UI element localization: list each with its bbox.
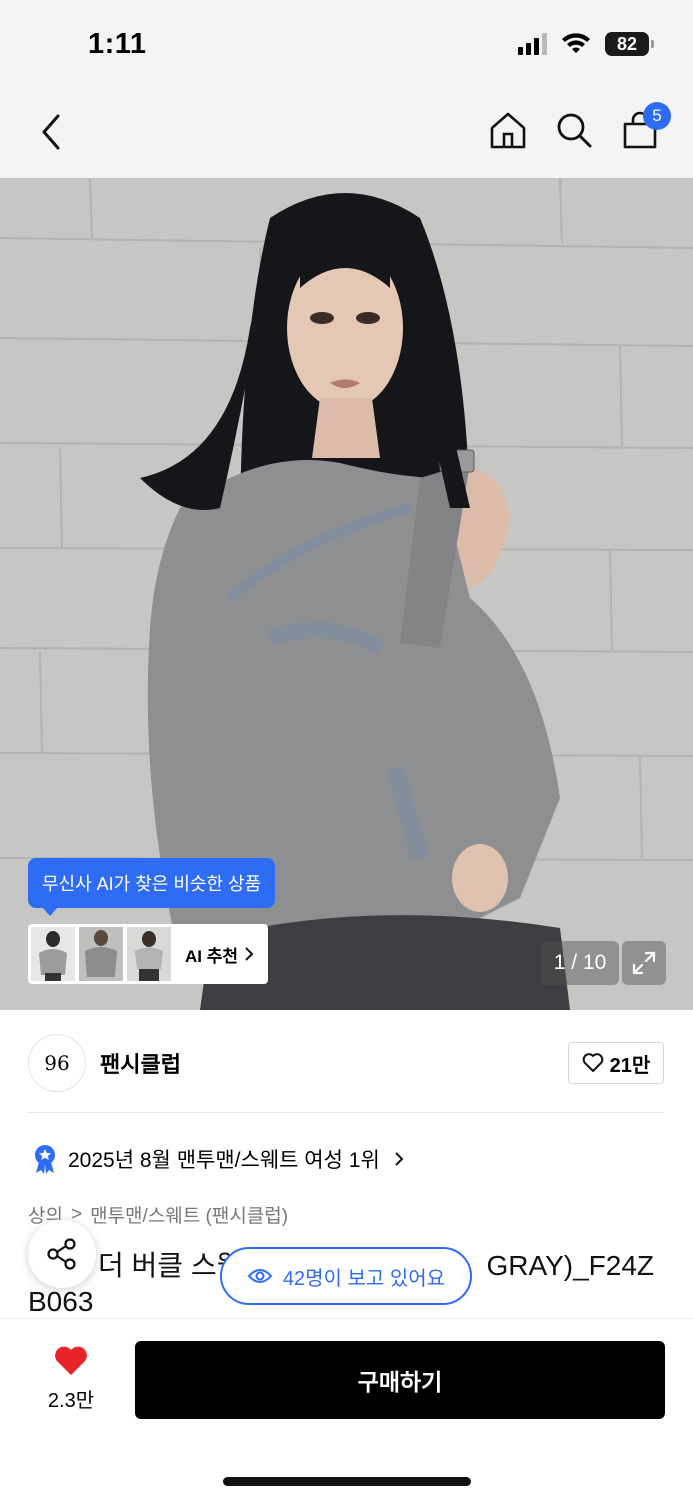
status-bar: 1:11 82 (0, 0, 693, 92)
status-time: 1:11 (88, 28, 147, 60)
brand-logo[interactable]: 96 (28, 1034, 86, 1092)
brand-like-count: 21만 (609, 1054, 651, 1077)
signal-icon (518, 33, 547, 55)
chevron-right-icon (245, 947, 254, 961)
cart-count-badge: 5 (643, 102, 671, 130)
similar-thumb[interactable] (31, 927, 75, 981)
status-icons: 82 (518, 32, 654, 56)
viewers-badge: 42명이 보고 있어요 (220, 1247, 472, 1305)
battery-indicator: 82 (605, 32, 654, 56)
ranking-badge-icon (35, 1145, 55, 1174)
image-page-indicator: 1 / 10 (541, 941, 619, 985)
expand-icon (632, 951, 656, 975)
ranking-text: 2025년 8월 맨투맨/스웨트 여성 1위 (68, 1149, 380, 1172)
wishlist-button[interactable]: 2.3만 (36, 1345, 106, 1413)
share-button[interactable] (28, 1220, 96, 1288)
nav-actions: 5 (489, 102, 671, 150)
wishlist-count: 2.3만 (47, 1390, 95, 1412)
back-icon[interactable] (34, 110, 68, 154)
buy-button[interactable]: 구매하기 (135, 1341, 665, 1419)
home-icon[interactable] (489, 110, 527, 150)
search-icon[interactable] (555, 110, 593, 150)
eye-icon (247, 1269, 273, 1283)
nav-bar: 5 (0, 92, 693, 178)
breadcrumb-subcategory[interactable]: 맨투맨/스웨트 (팬시클럽) (90, 1201, 288, 1228)
ranking-link[interactable]: 2025년 8월 맨투맨/스웨트 여성 1위 (32, 1144, 404, 1174)
chevron-right-icon (395, 1152, 404, 1166)
brand-row[interactable]: 96 팬시클럽 21만 (28, 1034, 664, 1092)
heart-filled-icon (55, 1346, 87, 1375)
ai-recommend-link[interactable]: AI 추천 (185, 942, 254, 967)
similar-thumb[interactable] (127, 927, 171, 981)
heart-outline-icon (582, 1053, 603, 1072)
ai-recommend-label: AI 추천 (185, 946, 239, 966)
home-indicator (223, 1477, 471, 1486)
purchase-bar: 2.3만 구매하기 (0, 1318, 693, 1500)
divider (28, 1112, 664, 1113)
ai-similar-tooltip[interactable]: 무신사 AI가 찾은 비슷한 상품 (28, 858, 276, 916)
similar-thumb[interactable] (79, 927, 123, 981)
product-title-end: GRAY)_F24Z (486, 1250, 654, 1281)
brand-like-button[interactable]: 21만 (568, 1042, 664, 1084)
wifi-icon (562, 33, 590, 53)
brand-name[interactable]: 팬시클럽 (100, 1047, 181, 1079)
battery-level: 82 (616, 33, 638, 54)
share-icon (47, 1238, 76, 1270)
ai-recommend-strip[interactable]: AI 추천 (28, 924, 268, 984)
expand-image-button[interactable] (622, 941, 666, 985)
viewers-text: 42명이 보고 있어요 (282, 1267, 446, 1290)
product-image-carousel[interactable]: 무신사 AI가 찾은 비슷한 상품 AI 추천 1 / 10 (0, 178, 693, 1010)
cart-button[interactable]: 5 (621, 102, 671, 150)
